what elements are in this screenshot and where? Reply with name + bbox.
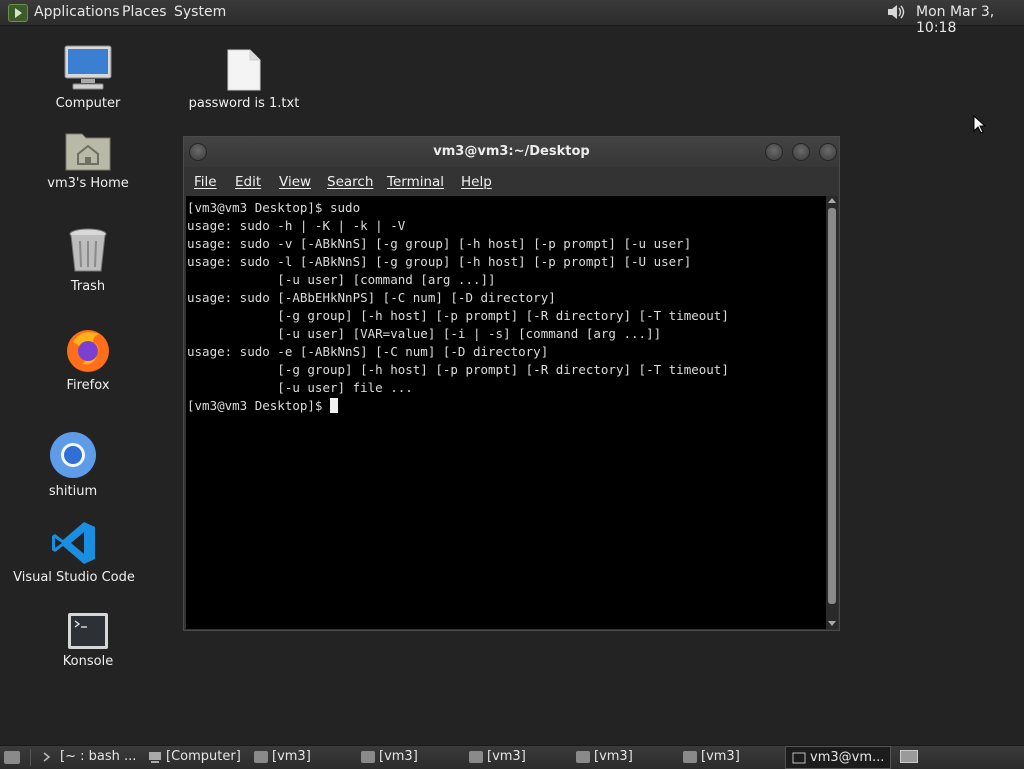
folder-small-icon xyxy=(254,751,268,763)
desktop-icon-trash[interactable]: Trash xyxy=(23,227,153,294)
terminal-line: usage: sudo -h | -K | -k | -V xyxy=(187,218,406,233)
panel-separator xyxy=(30,749,31,766)
distro-logo-icon[interactable] xyxy=(8,4,28,22)
folder-small-icon xyxy=(683,751,697,763)
desktop-icon-computer[interactable]: Computer xyxy=(23,44,153,111)
terminal-small-icon xyxy=(43,752,51,762)
terminal-line: usage: sudo -v [-ABkNnS] [-g group] [-h … xyxy=(187,236,692,251)
taskbar-item-label: [vm3] xyxy=(272,749,311,764)
terminal-menubar: File Edit View Search Terminal Help xyxy=(184,168,839,196)
shitium-label: shitium xyxy=(48,484,98,499)
terminal-line: [-u user] [command [arg ...]] xyxy=(187,272,496,287)
taskbar-item-vm3-3[interactable]: [vm3] xyxy=(463,746,567,769)
top-panel: Applications Places System Mon Mar 3, 10… xyxy=(0,0,1024,36)
taskbar-item-terminal-active[interactable]: vm3@vm... xyxy=(785,746,891,769)
show-desktop-icon xyxy=(4,751,20,764)
terminal-line: [-u user] file ... xyxy=(187,380,413,395)
taskbar-item-vm3-2[interactable]: [vm3] xyxy=(355,746,459,769)
desktop-icon-konsole[interactable]: Konsole xyxy=(23,612,153,669)
scrollbar-thumb[interactable] xyxy=(828,208,836,604)
workspace-icon xyxy=(900,750,918,763)
taskbar-item-vm3-5[interactable]: [vm3] xyxy=(677,746,781,769)
menu-view[interactable]: View xyxy=(279,174,311,190)
applications-menu[interactable]: Applications xyxy=(34,4,120,20)
desktop-icon-password-file[interactable]: password is 1.txt xyxy=(179,48,309,111)
firefox-icon xyxy=(67,330,109,372)
terminal-line: usage: sudo -e [-ABkNnS] [-C num] [-D di… xyxy=(187,344,549,359)
places-menu[interactable]: Places xyxy=(122,4,167,20)
terminal-line: usage: sudo [-ABbEHkNnPS] [-C num] [-D d… xyxy=(187,290,556,305)
menu-search[interactable]: Search xyxy=(327,174,373,190)
window-menu-button[interactable] xyxy=(189,143,207,161)
bottom-panel: [~ : bash ... [Computer] [vm3] [vm3] [vm… xyxy=(0,745,1024,769)
terminal-line: usage: sudo -l [-ABkNnS] [-g group] [-h … xyxy=(187,254,692,269)
desktop-icon-vscode[interactable]: Visual Studio Code xyxy=(9,520,139,585)
desktop-icon-firefox[interactable]: Firefox xyxy=(23,326,153,393)
menu-terminal[interactable]: Terminal xyxy=(387,174,444,190)
desktop-icon-home[interactable]: vm3's Home xyxy=(23,128,153,191)
terminal-prompt: [vm3@vm3 Desktop]$ xyxy=(187,398,330,413)
close-button[interactable] xyxy=(819,143,837,161)
scroll-up-icon[interactable] xyxy=(828,198,836,203)
konsole-label: Konsole xyxy=(62,654,114,669)
home-folder-icon xyxy=(65,133,111,171)
clock[interactable]: Mon Mar 3, 10:18 xyxy=(916,4,1024,36)
taskbar-item-bash[interactable]: [~ : bash ... xyxy=(36,746,140,769)
system-menu[interactable]: System xyxy=(174,4,226,20)
taskbar-item-label: [vm3] xyxy=(487,749,526,764)
taskbar-item-label: [vm3] xyxy=(379,749,418,764)
taskbar-item-label: [vm3] xyxy=(701,749,740,764)
trash-label: Trash xyxy=(70,279,106,294)
text-file-icon xyxy=(227,49,261,91)
terminal-titlebar[interactable]: vm3@vm3:~/Desktop xyxy=(184,137,839,167)
maximize-button[interactable] xyxy=(792,143,810,161)
terminal-output[interactable]: [vm3@vm3 Desktop]$ sudo usage: sudo -h | … xyxy=(186,196,827,629)
menu-edit[interactable]: Edit xyxy=(235,174,261,190)
vscode-label: Visual Studio Code xyxy=(13,570,135,585)
taskbar-item-computer[interactable]: [Computer] xyxy=(142,746,246,769)
terminal-window[interactable]: vm3@vm3:~/Desktop File Edit View Search … xyxy=(183,136,840,631)
folder-small-icon xyxy=(361,751,375,763)
vscode-icon xyxy=(52,522,95,564)
taskbar-item-label: [vm3] xyxy=(594,749,633,764)
menu-file[interactable]: File xyxy=(194,174,217,190)
mouse-pointer-icon xyxy=(973,115,987,134)
chromium-icon xyxy=(50,432,96,478)
folder-small-icon xyxy=(469,751,483,763)
terminal-line: [vm3@vm3 Desktop]$ sudo xyxy=(187,200,361,215)
workspace-switcher[interactable] xyxy=(896,746,924,769)
computer-small-icon xyxy=(149,752,161,763)
terminal-title: vm3@vm3:~/Desktop xyxy=(433,144,590,159)
scroll-down-icon[interactable] xyxy=(828,621,836,626)
menu-help[interactable]: Help xyxy=(461,174,492,190)
desktop-icon-shitium[interactable]: shitium xyxy=(8,430,138,499)
taskbar-item-vm3-1[interactable]: [vm3] xyxy=(248,746,352,769)
show-desktop-button[interactable] xyxy=(0,746,26,769)
terminal-line: [-u user] [VAR=value] [-i | -s] [command… xyxy=(187,326,662,341)
volume-icon[interactable] xyxy=(886,3,906,21)
computer-icon xyxy=(64,45,112,90)
taskbar-item-label: vm3@vm... xyxy=(810,750,885,765)
terminal-scrollbar[interactable] xyxy=(826,196,838,629)
minimize-button[interactable] xyxy=(765,143,783,161)
terminal-line: [-g group] [-h host] [-p prompt] [-R dir… xyxy=(187,308,729,323)
folder-small-icon xyxy=(576,751,590,763)
taskbar-item-label: [Computer] xyxy=(166,749,241,764)
computer-label: Computer xyxy=(55,96,121,111)
terminal-small-icon xyxy=(792,752,806,764)
taskbar-item-label: [~ : bash ... xyxy=(60,749,137,764)
password-file-label: password is 1.txt xyxy=(188,96,300,111)
home-label: vm3's Home xyxy=(47,176,129,191)
taskbar-item-vm3-4[interactable]: [vm3] xyxy=(570,746,674,769)
terminal-line: [-g group] [-h host] [-p prompt] [-R dir… xyxy=(187,362,729,377)
trash-icon xyxy=(69,228,107,272)
firefox-label: Firefox xyxy=(66,378,110,393)
text-cursor xyxy=(330,398,338,413)
konsole-icon xyxy=(68,613,108,649)
